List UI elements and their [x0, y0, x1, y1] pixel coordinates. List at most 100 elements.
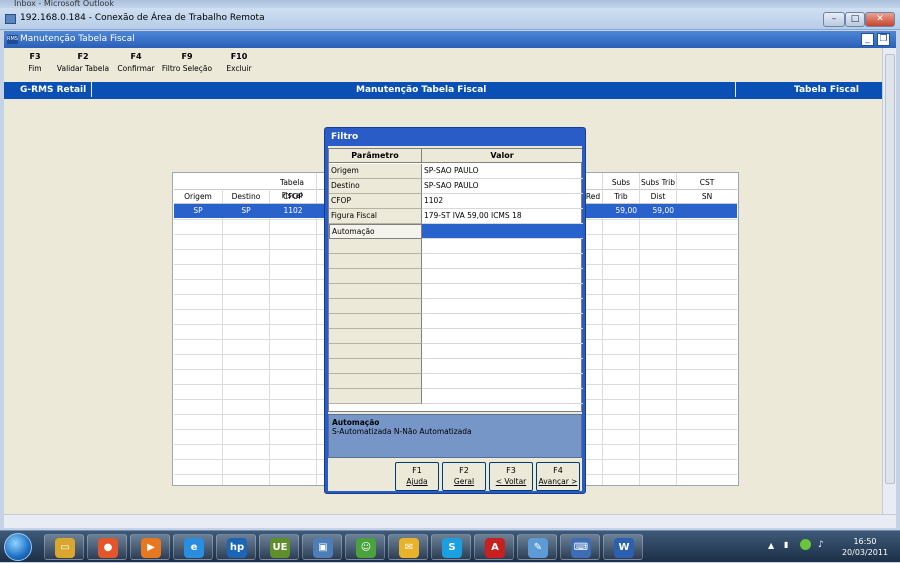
empty-param-cell	[329, 359, 422, 374]
column-header-parametro: Parâmetro	[329, 149, 422, 163]
button-label: < Voltar	[495, 477, 527, 486]
column-header-red: Red	[585, 192, 601, 201]
remote-desktop-window-icon	[5, 14, 16, 24]
empty-value-cell	[422, 344, 583, 359]
filter-dialog-body: Parâmetro Valor Origem SP-SAO PAULO Dest…	[328, 146, 583, 491]
scroll-thumb[interactable]	[885, 54, 895, 484]
taskbar-app-button[interactable]: hp	[216, 534, 256, 560]
help-button[interactable]: F1 Ajuda	[395, 462, 439, 491]
empty-param-cell	[329, 269, 422, 284]
firefox-icon: ●	[98, 538, 118, 558]
button-key: F1	[412, 466, 422, 475]
header-bar: G-RMS Retail Manutenção Tabela Fiscal Ta…	[4, 82, 882, 99]
empty-param-cell	[329, 344, 422, 359]
system-tray: ▲ ▮ ♪ 16:50 20/03/2011	[760, 531, 900, 563]
empty-param-cell	[329, 299, 422, 314]
taskbar-app-button[interactable]: ▭	[44, 534, 84, 560]
value-origem[interactable]: SP-SAO PAULO	[422, 164, 583, 179]
button-label: Avançar >	[538, 477, 578, 486]
acrobat-icon: A	[485, 538, 505, 558]
general-button[interactable]: F2 Geral	[442, 462, 486, 491]
button-key: F4	[553, 466, 563, 475]
fkey-f10-excluir[interactable]: F10 Excluir	[204, 52, 274, 73]
header-separator	[735, 82, 736, 97]
value-cfop[interactable]: 1102	[422, 194, 583, 209]
cell-subs-trib: 59,00	[615, 206, 637, 215]
close-button[interactable]: ✕	[865, 12, 895, 27]
taskbar-app-button[interactable]: ✉	[388, 534, 428, 560]
taskbar-app-button[interactable]: ☺	[345, 534, 385, 560]
empty-value-cell	[422, 389, 583, 404]
description-text: S-Automatizada N-Não Automatizada	[332, 427, 472, 436]
empty-value-cell	[422, 329, 583, 344]
start-button[interactable]	[4, 533, 32, 561]
column-header-trib: Trib	[614, 192, 628, 201]
empty-param-cell	[329, 389, 422, 404]
empty-value-cell	[422, 314, 583, 329]
volume-icon[interactable]: ♪	[818, 540, 824, 550]
taskbar-app-button[interactable]: S	[431, 534, 471, 560]
fkey-label: Excluir	[226, 64, 252, 73]
skype-icon: S	[442, 538, 462, 558]
rdp-titlebar: 192.168.0.184 - Conexão de Área de Traba…	[0, 8, 900, 30]
back-button[interactable]: F3 < Voltar	[489, 462, 533, 491]
show-hidden-icons-icon[interactable]: ▲	[768, 541, 774, 550]
app-minimize-button[interactable]: _	[861, 33, 874, 46]
empty-value-cell	[422, 254, 583, 269]
paint-icon: ✎	[528, 538, 548, 558]
taskbar-app-button[interactable]: W	[603, 534, 643, 560]
button-key: F2	[459, 466, 469, 475]
clock-time[interactable]: 16:50	[840, 537, 890, 546]
grid-group-header: Tabela Fiscal	[280, 178, 304, 200]
maximize-button[interactable]: □	[845, 12, 865, 27]
fkey-key: F10	[230, 52, 248, 61]
network-signal-icon[interactable]: ▮	[784, 540, 788, 549]
column-header-dist: Dist	[650, 192, 666, 201]
vertical-scrollbar[interactable]	[882, 48, 896, 514]
cell-cfop: 1102	[283, 206, 303, 215]
button-label: Geral	[453, 477, 475, 486]
button-key: F3	[506, 466, 516, 475]
rms-app-icon: RMS	[7, 35, 18, 44]
empty-value-cell	[422, 239, 583, 254]
param-cfop: CFOP	[329, 194, 422, 209]
windows-taskbar: ▲ ▮ ♪ 16:50 20/03/2011 ▭ ● ▶ e hp UE ▣ ☺ ✉ S A ✎ ⌨ W	[0, 530, 900, 562]
taskbar-app-button[interactable]: ✎	[517, 534, 557, 560]
taskbar-app-button[interactable]: e	[173, 534, 213, 560]
empty-value-cell	[422, 374, 583, 389]
value-automacao-selected[interactable]	[422, 224, 583, 239]
taskbar-app-button[interactable]: A	[474, 534, 514, 560]
cell-destino: SP	[241, 206, 251, 215]
app-window-title: Manutenção Tabela Fiscal	[20, 34, 135, 44]
param-origem: Origem	[329, 164, 422, 179]
app-restore-button[interactable]: ❐	[877, 33, 890, 46]
empty-param-cell	[329, 254, 422, 269]
clock-date[interactable]: 20/03/2011	[840, 548, 890, 557]
minimize-button[interactable]: –	[823, 12, 845, 27]
param-figura-fiscal: Figura Fiscal	[329, 209, 422, 224]
empty-param-cell	[329, 329, 422, 344]
taskbar-app-button[interactable]: ⌨	[560, 534, 600, 560]
taskbar-app-button[interactable]: ●	[87, 534, 127, 560]
button-label: Ajuda	[406, 477, 428, 486]
value-destino[interactable]: SP-SAO PAULO	[422, 179, 583, 194]
app-titlebar: RMS Manutenção Tabela Fiscal _ ❐	[4, 31, 896, 48]
remote-monitor-icon: ▣	[313, 538, 333, 558]
header-right-label: Tabela Fiscal	[794, 85, 859, 95]
rdp-window-title: 192.168.0.184 - Conexão de Área de Traba…	[20, 13, 265, 23]
param-automacao: Automação	[329, 224, 422, 239]
taskbar-app-button[interactable]: ▶	[130, 534, 170, 560]
value-figura-fiscal[interactable]: 179-ST IVA 59,00 ICMS 18	[422, 209, 583, 224]
empty-param-cell	[329, 314, 422, 329]
empty-param-cell	[329, 284, 422, 299]
taskbar-app-button[interactable]: UE	[259, 534, 299, 560]
users-icon: ☺	[356, 538, 376, 558]
column-header-cst: CST	[699, 178, 715, 187]
next-button[interactable]: F4 Avançar >	[536, 462, 580, 491]
explorer-folder-icon: ▭	[55, 538, 75, 558]
horizontal-scrollbar[interactable]	[4, 514, 896, 528]
empty-value-cell	[422, 284, 583, 299]
internet-explorer-icon: e	[184, 538, 204, 558]
security-icon[interactable]	[800, 539, 811, 550]
taskbar-app-button[interactable]: ▣	[302, 534, 342, 560]
